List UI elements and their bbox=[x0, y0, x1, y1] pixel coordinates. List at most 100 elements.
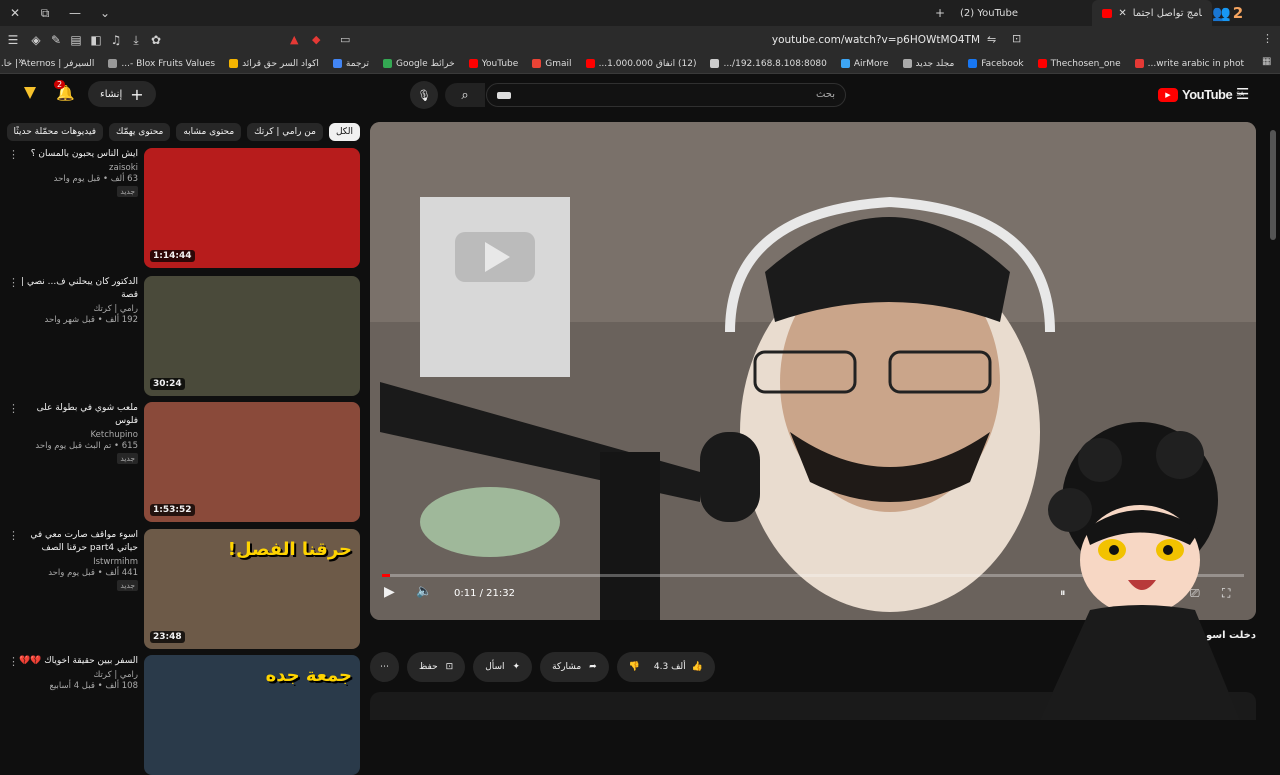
item-more-icon[interactable]: ⋮ bbox=[8, 529, 19, 542]
channel-name[interactable]: zaisoki bbox=[12, 163, 138, 173]
tabs-icon[interactable]: ▤ bbox=[66, 27, 86, 53]
like-dislike-group: 👎 4.3 ألف 👍 bbox=[616, 652, 715, 682]
profile-badge[interactable]: 👥 2 bbox=[1212, 4, 1243, 22]
video-thumbnail[interactable]: 30:24 bbox=[144, 276, 360, 396]
warning-icon[interactable]: ▲ bbox=[290, 33, 298, 46]
filter-chip[interactable]: الكل bbox=[328, 123, 360, 141]
bookmark-item[interactable]: ترجمة bbox=[332, 59, 369, 69]
save-button[interactable]: حفظ ⊡ bbox=[407, 652, 466, 682]
filter-chip[interactable]: محتوى يهمّك bbox=[109, 123, 171, 141]
music-icon[interactable]: ♫ bbox=[106, 27, 126, 53]
download-icon[interactable]: ⤓ bbox=[126, 27, 146, 53]
recommendation-item[interactable]: 1:53:52 ملعب شوي في بطولة على فلوس Ketchup… bbox=[8, 402, 360, 522]
sidebar-icon[interactable]: ◧ bbox=[86, 27, 106, 53]
item-more-icon[interactable]: ⋮ bbox=[8, 402, 19, 415]
close-window-icon[interactable]: ✕ bbox=[0, 0, 30, 26]
filter-chip[interactable]: من رامي | كرتك bbox=[247, 123, 323, 141]
bookmark-item[interactable]: write arabic in phot... bbox=[1134, 59, 1244, 69]
channel-name[interactable]: رامي | كرتك bbox=[12, 670, 138, 680]
search-input[interactable]: بحث bbox=[816, 89, 835, 100]
channel-name[interactable]: رامي | كرتك bbox=[12, 304, 138, 314]
video-thumbnail[interactable]: 1:53:52 bbox=[144, 402, 360, 522]
bookmark-favicon-icon bbox=[332, 59, 342, 68]
time-display: 0:11 / 21:32 bbox=[454, 588, 516, 599]
search-box[interactable]: ⌕ بحث bbox=[445, 83, 846, 107]
play-icon[interactable]: ▶ bbox=[384, 584, 395, 600]
more-menu-icon[interactable]: ⋮ bbox=[1262, 32, 1273, 45]
item-more-icon[interactable]: ⋮ bbox=[8, 276, 19, 289]
channel-name[interactable]: Ketchupino bbox=[12, 430, 138, 440]
ask-button[interactable]: اسأل ✦ bbox=[473, 652, 533, 682]
video-title: الدكتور كان يبحلني ف... نصي | قصة bbox=[21, 277, 138, 300]
upload-age: قبل يوم واحد bbox=[53, 174, 101, 184]
page-scrollbar[interactable] bbox=[1270, 130, 1276, 240]
item-more-icon[interactable]: ⋮ bbox=[8, 655, 19, 668]
voice-search-button[interactable]: 🎙 bbox=[410, 81, 438, 109]
bookmark-icon[interactable]: ⊡ bbox=[1012, 32, 1021, 45]
video-thumbnail[interactable]: 1:14:44 bbox=[144, 148, 360, 268]
minimize-icon[interactable]: — bbox=[60, 0, 90, 26]
separator: • bbox=[94, 568, 106, 578]
bookmark-favicon-icon bbox=[532, 59, 542, 68]
item-more-icon[interactable]: ⋮ bbox=[8, 148, 19, 161]
channel-name[interactable]: Istwrmihm bbox=[12, 557, 138, 567]
bookmark-item[interactable]: السيرفر | Aternos | خا... bbox=[0, 59, 94, 69]
video-thumbnail[interactable]: حرقنا الفصل! 23:48 bbox=[144, 529, 360, 649]
youtube-logo[interactable]: ▶ YouTube SA bbox=[1158, 87, 1244, 102]
shield-icon[interactable]: ◈ bbox=[26, 27, 46, 53]
reader-icon[interactable]: ⇋ bbox=[987, 33, 996, 46]
dislike-icon[interactable]: 👎 bbox=[629, 662, 640, 672]
tab-youtube[interactable]: (2) YouTube bbox=[950, 0, 1028, 26]
pen-icon[interactable]: ✎ bbox=[46, 27, 66, 53]
bookmark-favicon-icon bbox=[710, 59, 720, 68]
like-button[interactable]: 4.3 ألف 👍 bbox=[654, 662, 703, 672]
volume-icon[interactable]: 🔈 bbox=[416, 584, 432, 599]
recommendation-item[interactable]: 30:24 الدكتور كان يبحلني ف... نصي | قصة را… bbox=[8, 276, 360, 396]
more-actions-button[interactable]: ⋯ bbox=[370, 652, 399, 682]
keyboard-icon[interactable] bbox=[497, 92, 511, 99]
shield-ext-icon[interactable]: ◆ bbox=[312, 33, 320, 46]
bookmark-favicon-icon bbox=[229, 59, 239, 68]
notifications-icon[interactable]: 🔔 2 bbox=[54, 80, 75, 102]
save-label: حفظ bbox=[419, 662, 438, 672]
url-field[interactable]: youtube.com/watch?v=p6HOWtMO4TM bbox=[700, 34, 980, 46]
bookmark-item[interactable]: Thechosen_one bbox=[1037, 59, 1121, 69]
search-button[interactable]: ⌕ bbox=[445, 83, 485, 107]
address-bar: ☰ ◈ ✎ ▤ ◧ ♫ ⤓ ✿ ▲ ◆ ▭ youtube.com/watch?… bbox=[0, 26, 1280, 54]
filter-chip[interactable]: محتوى مشابه bbox=[176, 123, 242, 141]
extension-logo-icon[interactable] bbox=[24, 87, 36, 99]
like-icon: 👍 bbox=[691, 662, 703, 672]
bookmark-item[interactable]: Facebook bbox=[968, 59, 1024, 69]
bookmark-item[interactable]: (12) انفاق 1.000.000... bbox=[585, 59, 696, 69]
bookmark-item[interactable]: AirMore bbox=[840, 59, 889, 69]
bookmark-item[interactable]: Blox Fruits Values -... bbox=[108, 59, 215, 69]
bookmarks-folder-icon[interactable]: ▦ bbox=[1262, 56, 1271, 67]
bookmark-item[interactable]: YouTube bbox=[468, 59, 518, 69]
recommendation-item[interactable]: حرقنا الفصل! 23:48 اسوء مواقف صارت معي في … bbox=[8, 529, 360, 649]
video-meta: اسوء مواقف صارت معي في حياتي part4 حرقنا… bbox=[12, 529, 138, 591]
create-button[interactable]: إنشاء + bbox=[88, 81, 156, 107]
bookmarks-overflow-icon[interactable]: » bbox=[18, 56, 24, 67]
microphone-icon: 🎙 bbox=[417, 88, 431, 102]
bookmark-label: مجلد جديد bbox=[915, 58, 955, 69]
bookmark-item[interactable]: اكواد السر حق قرائد bbox=[229, 59, 319, 69]
menu-icon[interactable]: ☰ bbox=[0, 27, 26, 53]
video-meta: ايش الناس يحبون بالمسان ؟ zaisoki 63 ألف •… bbox=[12, 148, 138, 197]
hamburger-menu-icon[interactable]: ☰ bbox=[1236, 85, 1249, 103]
video-thumbnail[interactable]: جمعة جده bbox=[144, 655, 360, 775]
tab-active[interactable]: ✕ برنامج تواصل اجتما bbox=[1092, 0, 1212, 26]
filter-chip[interactable]: فيديوهات محمّلة حديثًا bbox=[6, 123, 103, 141]
bookmark-item[interactable]: خرائط Google bbox=[382, 59, 455, 69]
share-button[interactable]: مشاركة ➦ bbox=[540, 652, 609, 682]
bookmark-item[interactable]: 192.168.8.108:8080/... bbox=[710, 59, 827, 69]
youtube-logo-text: YouTube bbox=[1182, 87, 1233, 102]
tab-close-icon[interactable]: ✕ bbox=[1118, 8, 1126, 19]
bookmark-item[interactable]: مجلد جديد bbox=[902, 58, 955, 69]
new-window-icon[interactable]: ⧉ bbox=[30, 0, 60, 26]
bookmark-item[interactable]: Gmail bbox=[532, 59, 572, 69]
screen-icon[interactable]: ▭ bbox=[340, 33, 350, 46]
extensions-icon[interactable]: ✿ bbox=[146, 27, 166, 53]
recommendation-item[interactable]: جمعة جده السفر بيين حقيقة اخوياك 💔💔 رامي |… bbox=[8, 655, 360, 775]
recommendation-item[interactable]: 1:14:44 ايش الناس يحبون بالمسان ؟ zaisoki 6… bbox=[8, 148, 360, 268]
tab-menu-chevron-icon[interactable]: ⌄ bbox=[90, 0, 120, 26]
